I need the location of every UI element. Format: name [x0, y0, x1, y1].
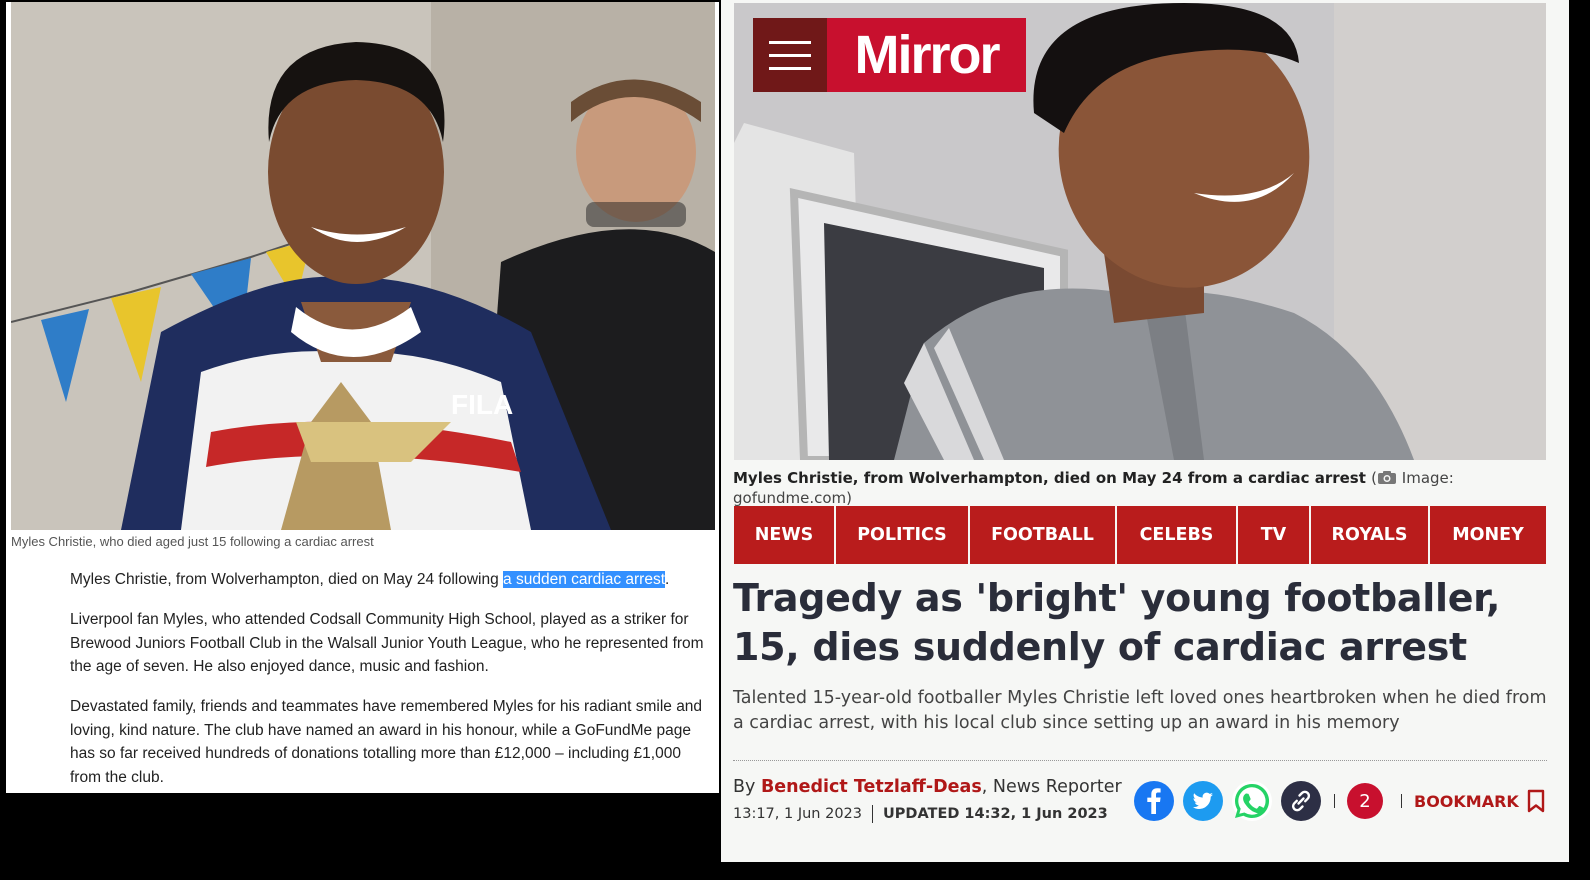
shirt-brand-text: FILA [451, 389, 513, 420]
article-headline: Tragedy as 'bright' young footballer, 15… [733, 576, 1501, 669]
bookmark-icon [1527, 789, 1545, 813]
copy-link-button[interactable] [1281, 781, 1321, 821]
nav-royals[interactable]: ROYALS [1311, 506, 1428, 564]
menu-button[interactable] [753, 18, 827, 92]
article-dates: 13:17, 1 Jun 2023 UPDATED 14:32, 1 Jun 2… [733, 805, 1108, 823]
menu-icon [769, 40, 811, 44]
updated-date: UPDATED 14:32, 1 Jun 2023 [883, 806, 1108, 822]
mirror-article-panel: Mirror Myles Christie, from Wolverhampto… [721, 0, 1569, 862]
link-icon [1291, 790, 1311, 812]
left-p1-end: . [665, 571, 670, 588]
left-p1-text: Myles Christie, from Wolverhampton, died… [70, 571, 504, 588]
boy-with-trophy-photo: FILA [11, 2, 715, 530]
twitter-share-button[interactable] [1183, 781, 1223, 821]
nav-football[interactable]: FOOTBALL [970, 506, 1115, 564]
share-bar: 2 BOOKMARK [1134, 780, 1545, 822]
article-standfirst: Talented 15-year-old footballer Myles Ch… [733, 688, 1547, 733]
author-role: , News Reporter [981, 777, 1122, 797]
whatsapp-icon [1235, 783, 1270, 818]
nav-politics[interactable]: POLITICS [836, 506, 968, 564]
mirror-logo[interactable]: Mirror [753, 18, 1026, 92]
byline-prefix: By [733, 777, 756, 797]
camera-icon [1377, 470, 1397, 489]
published-date: 13:17, 1 Jun 2023 [733, 806, 863, 822]
section-nav: NEWS POLITICS FOOTBALL CELEBS TV ROYALS … [734, 506, 1546, 564]
share-separator [1334, 794, 1335, 808]
share-separator-2 [1401, 794, 1402, 808]
byline-divider [733, 760, 1547, 761]
menu-icon-bar-2 [769, 53, 811, 57]
comments-count-button[interactable]: 2 [1347, 783, 1383, 819]
mirror-brand-name[interactable]: Mirror [827, 18, 1026, 92]
byline: By Benedict Tetzlaff-Deas, News Reporter [733, 777, 1122, 797]
nav-news[interactable]: NEWS [734, 506, 834, 564]
bookmark-button[interactable]: BOOKMARK [1414, 789, 1545, 813]
menu-icon-bar-3 [769, 66, 811, 70]
nav-tv[interactable]: TV [1238, 506, 1309, 564]
selected-text-highlight[interactable]: a sudden cardiac arrest [503, 571, 666, 588]
nav-celebs[interactable]: CELEBS [1117, 506, 1236, 564]
caption-text: Myles Christie, from Wolverhampton, died… [733, 469, 1366, 487]
whatsapp-share-button[interactable] [1232, 781, 1272, 821]
nav-money[interactable]: MONEY [1430, 506, 1546, 564]
date-separator [872, 805, 874, 823]
author-link[interactable]: Benedict Tetzlaff-Deas [761, 777, 982, 797]
left-paragraph-1: Myles Christie, from Wolverhampton, died… [70, 568, 715, 592]
bookmark-label: BOOKMARK [1414, 791, 1519, 811]
left-paragraph-2: Liverpool fan Myles, who attended Codsal… [70, 611, 704, 675]
facebook-share-button[interactable] [1134, 781, 1174, 821]
facebook-icon [1147, 788, 1161, 814]
left-article-panel: FILA Myles Christie, who died aged just … [6, 2, 719, 793]
left-article-photo: FILA [11, 2, 715, 530]
twitter-icon [1192, 792, 1213, 809]
left-photo-caption: Myles Christie, who died aged just 15 fo… [11, 534, 374, 549]
mirror-photo-caption: Myles Christie, from Wolverhampton, died… [733, 469, 1569, 507]
left-paragraph-3: Devastated family, friends and teammates… [70, 698, 703, 786]
credit-close-paren: ) [846, 489, 853, 507]
